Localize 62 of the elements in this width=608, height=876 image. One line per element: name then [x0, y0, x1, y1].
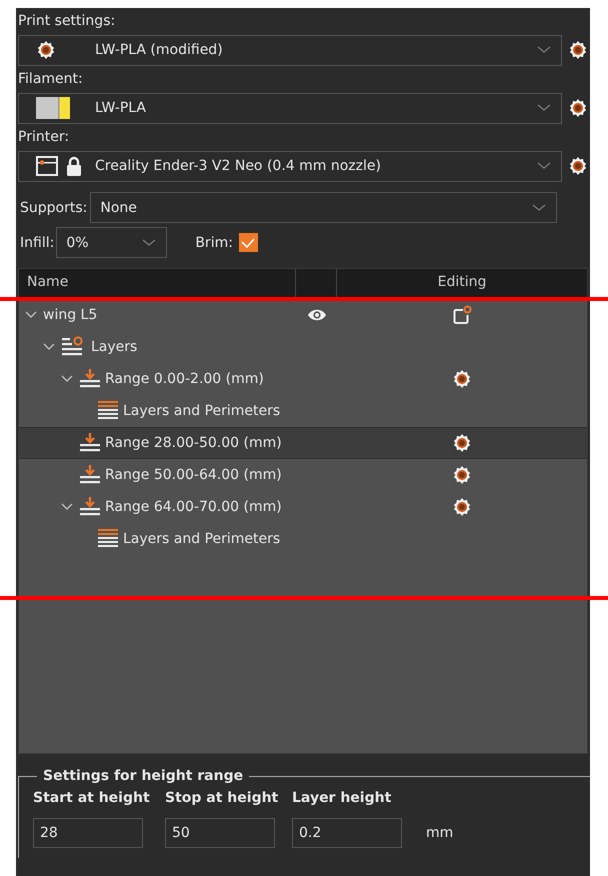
edit-icon[interactable] — [452, 305, 472, 325]
tree-row[interactable]: Range 50.00-64.00 (mm) — [19, 459, 587, 491]
caret-icon — [537, 162, 551, 170]
settings-icon[interactable] — [568, 98, 588, 118]
layer-stack-icon — [97, 400, 119, 422]
layer-range-icon — [79, 496, 101, 518]
gear-icon[interactable] — [452, 433, 472, 453]
checkmark-icon — [241, 238, 256, 248]
supports-dropdown[interactable]: None — [90, 192, 558, 223]
column-header[interactable]: Editing — [337, 269, 587, 299]
tree-item-label: Range 28.00-50.00 (mm) — [105, 435, 282, 451]
layer-range-icon — [79, 368, 101, 390]
caret-icon — [537, 104, 551, 112]
gear-icon[interactable] — [452, 497, 472, 517]
layer-stack-icon — [97, 528, 119, 550]
infill-label: Infill: — [19, 234, 54, 250]
tree-row[interactable]: Range 0.00-2.00 (mm) — [19, 363, 587, 395]
caret-icon — [142, 238, 156, 246]
lock-icon — [66, 156, 82, 176]
brim-label: Brim: — [194, 234, 233, 250]
field-label: Start at height — [33, 790, 151, 806]
layer-range-icon — [79, 464, 101, 486]
caret-icon — [537, 46, 551, 54]
input-field[interactable]: 0.2 — [292, 818, 402, 848]
tree-item-label: wing L5 — [43, 307, 98, 323]
tree-row[interactable]: Layers and Perimeters — [19, 395, 587, 427]
tree-row[interactable]: wing L5 — [19, 299, 587, 331]
caret-icon — [532, 204, 546, 212]
gear-icon[interactable] — [452, 465, 472, 485]
tree-row[interactable]: Layers — [19, 331, 587, 363]
infill-dropdown[interactable]: 0% — [56, 227, 168, 258]
preset-label: Printer: — [17, 128, 70, 147]
eye-icon[interactable] — [306, 308, 326, 322]
tree-item-label: Range 64.00-70.00 (mm) — [105, 499, 282, 515]
preset-label: Filament: — [17, 70, 84, 89]
printer-icon — [36, 156, 58, 176]
group-title: Settings for height range — [42, 768, 244, 784]
input-field[interactable]: 28 — [33, 818, 143, 848]
tree-item-label: Layers — [91, 339, 138, 355]
tree-item-label: Layers and Perimeters — [123, 531, 280, 547]
layer-range-icon — [79, 432, 101, 454]
preset-dropdown[interactable]: Creality Ender-3 V2 Neo (0.4 mm nozzle) — [18, 150, 562, 182]
preset-dropdown[interactable]: LW-PLA — [18, 92, 562, 124]
filament-color-icon — [36, 97, 70, 119]
preset-label: Print settings: — [17, 12, 116, 31]
tree-row[interactable]: Range 28.00-50.00 (mm) — [19, 427, 587, 459]
tree-row[interactable]: Layers and Perimeters — [19, 523, 587, 555]
tree-row[interactable]: Range 64.00-70.00 (mm) — [19, 491, 587, 523]
settings-icon[interactable] — [568, 156, 588, 176]
gear-icon — [36, 40, 56, 60]
supports-label: Supports: — [19, 200, 88, 216]
tree-item-label: Layers and Perimeters — [123, 403, 280, 419]
tree-item-label: Range 0.00-2.00 (mm) — [105, 371, 264, 387]
settings-icon[interactable] — [568, 40, 588, 60]
input-field[interactable]: 50 — [165, 818, 275, 848]
brim-checkbox[interactable] — [238, 233, 258, 252]
unit-label: mm — [425, 825, 454, 841]
gear-icon[interactable] — [452, 369, 472, 389]
field-label: Layer height — [292, 790, 392, 806]
field-label: Stop at height — [165, 790, 280, 806]
preset-dropdown[interactable]: LW-PLA (modified) — [18, 34, 562, 66]
tree-item-label: Range 50.00-64.00 (mm) — [105, 467, 282, 483]
